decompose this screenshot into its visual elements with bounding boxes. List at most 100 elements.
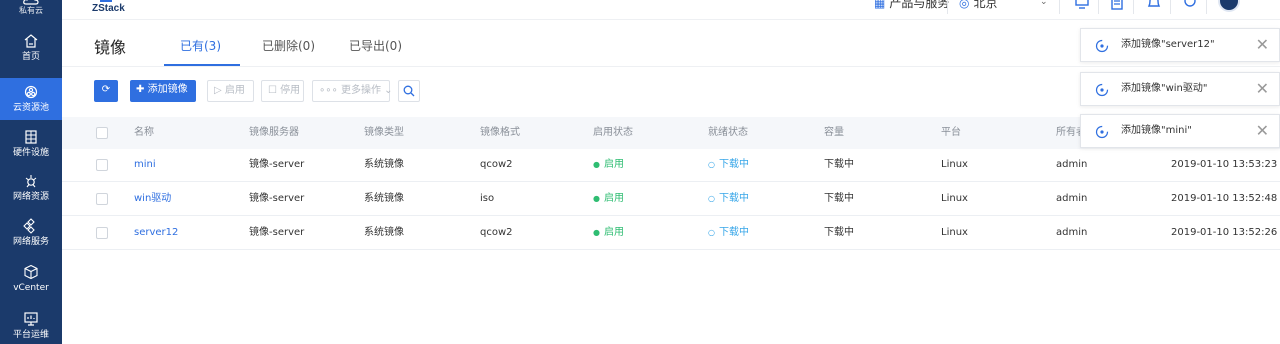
products-services-menu[interactable]: ▦ 产品与服务 bbox=[874, 0, 949, 11]
region-label: 北京 bbox=[973, 0, 998, 10]
add-image-label: 添加镜像 bbox=[147, 84, 188, 95]
row-checkbox[interactable] bbox=[96, 227, 108, 239]
column-header-image-server[interactable]: 镜像服务器 bbox=[249, 117, 299, 149]
refresh-button[interactable]: ⟳ bbox=[94, 80, 118, 102]
image-name-link[interactable]: mini bbox=[134, 149, 156, 181]
platform-cell: Linux bbox=[941, 227, 968, 238]
enable-status-text: 启用 bbox=[603, 159, 624, 170]
sidebar-item-label: 硬件设施 bbox=[12, 148, 49, 158]
more-actions-label: 更多操作 bbox=[340, 85, 381, 96]
chevron-down-icon[interactable]: ⌄ bbox=[1040, 0, 1048, 7]
bell-icon[interactable] bbox=[1146, 0, 1162, 10]
platform-ops-icon bbox=[24, 312, 38, 326]
sidebar-item-home[interactable]: 首页 bbox=[0, 27, 62, 69]
topbar-divider bbox=[1133, 0, 1134, 14]
row-checkbox[interactable] bbox=[96, 159, 108, 171]
grid-icon: ▦ bbox=[874, 0, 886, 10]
table-row[interactable]: mini 镜像-server 系统镜像 qcow2 ● 启用 ○ 下载中 下载中 L… bbox=[62, 149, 1280, 182]
image-type-cell: 系统镜像 bbox=[364, 193, 404, 204]
page-title: 镜像 bbox=[94, 38, 127, 57]
sidebar-item-hardware[interactable]: 硬件设施 bbox=[0, 123, 62, 165]
enable-label: 启用 bbox=[224, 85, 245, 96]
more-actions-button[interactable]: ∘∘∘ 更多操作 ⌄ bbox=[312, 80, 393, 102]
enable-status-text: 启用 bbox=[603, 193, 624, 204]
sidebar-item-label: vCenter bbox=[13, 283, 49, 293]
image-format-cell: iso bbox=[480, 193, 495, 204]
sidebar-item-network-service[interactable]: 网络服务 bbox=[0, 212, 62, 254]
sidebar-item-label: 网络服务 bbox=[12, 237, 49, 247]
disable-button[interactable]: ☐ 停用 bbox=[261, 80, 304, 102]
plus-icon: ✚ bbox=[136, 84, 145, 95]
notification-toast: 添加镜像"mini" ✕ bbox=[1080, 114, 1280, 148]
column-header-name[interactable]: 名称 bbox=[134, 117, 154, 149]
row-checkbox[interactable] bbox=[96, 193, 108, 205]
sidebar-item-network-resource[interactable]: 网络资源 bbox=[0, 167, 62, 209]
close-icon[interactable]: ✕ bbox=[1256, 80, 1269, 98]
column-header-image-format[interactable]: 镜像格式 bbox=[480, 117, 520, 149]
table-row[interactable]: server12 镜像-server 系统镜像 qcow2 ● 启用 ○ 下载中 下… bbox=[62, 217, 1280, 250]
close-icon[interactable]: ✕ bbox=[1256, 36, 1269, 54]
add-image-button[interactable]: ✚ 添加镜像 bbox=[130, 80, 196, 102]
ready-status-cell: ○ 下载中 bbox=[708, 183, 749, 215]
ready-status-cell: ○ 下载中 bbox=[708, 217, 749, 249]
image-name-link[interactable]: server12 bbox=[134, 217, 178, 249]
region-selector[interactable]: ◎ 北京 bbox=[959, 0, 998, 11]
image-type-cell: 系统镜像 bbox=[364, 227, 404, 238]
image-server-cell: 镜像-server bbox=[249, 193, 305, 204]
clock-icon[interactable] bbox=[1182, 0, 1198, 10]
column-header-capacity[interactable]: 容量 bbox=[824, 117, 844, 149]
vcenter-icon bbox=[24, 264, 38, 280]
topbar-divider bbox=[1059, 0, 1060, 14]
column-header-enable-status[interactable]: 启用状态 bbox=[593, 117, 633, 149]
disable-label: 停用 bbox=[280, 85, 301, 96]
avatar[interactable] bbox=[1218, 0, 1240, 12]
tab-existing[interactable]: 已有(3) bbox=[180, 37, 221, 54]
tab-deleted[interactable]: 已删除(0) bbox=[262, 37, 315, 54]
refresh-icon: ⟳ bbox=[101, 84, 111, 95]
chevron-down-icon: ⌄ bbox=[384, 85, 393, 96]
monitor-icon[interactable] bbox=[1074, 0, 1090, 10]
sidebar-item-cloud-resource[interactable]: 云资源池 bbox=[0, 78, 62, 120]
image-server-cell: 镜像-server bbox=[249, 227, 305, 238]
status-ring-icon: ○ bbox=[708, 228, 715, 237]
hardware-icon bbox=[25, 130, 37, 144]
create-date-cell: 2019-01-10 13:52:26 bbox=[1171, 227, 1278, 238]
platform-cell: Linux bbox=[941, 159, 968, 170]
search-button[interactable] bbox=[398, 80, 420, 102]
location-icon: ◎ bbox=[959, 0, 970, 10]
enable-status-cell: ● 启用 bbox=[593, 149, 624, 181]
image-name-link[interactable]: win驱动 bbox=[134, 183, 171, 215]
ready-status-text: 下载中 bbox=[718, 159, 749, 170]
column-header-image-type[interactable]: 镜像类型 bbox=[364, 117, 404, 149]
capacity-cell: 下载中 bbox=[824, 227, 854, 238]
topbar-divider bbox=[1170, 0, 1171, 14]
capacity-cell: 下载中 bbox=[824, 159, 854, 170]
image-format-cell: qcow2 bbox=[480, 227, 513, 238]
clipboard-icon[interactable] bbox=[1109, 0, 1125, 10]
notification-toast: 添加镜像"server12" ✕ bbox=[1080, 28, 1280, 62]
select-all-checkbox[interactable] bbox=[96, 127, 108, 139]
table-row[interactable]: win驱动 镜像-server 系统镜像 iso ● 启用 ○ 下载中 下载中 Li… bbox=[62, 183, 1280, 216]
sidebar-item-label: 网络资源 bbox=[12, 192, 49, 202]
image-type-cell: 系统镜像 bbox=[364, 159, 404, 170]
status-ring-icon: ○ bbox=[708, 194, 715, 203]
sidebar: 私有云 首页 云资源池 硬件设施 网络资源 网络服务 vCenter 平台运维 bbox=[0, 0, 62, 344]
sidebar-item-label: 云资源池 bbox=[12, 103, 49, 113]
logo-text: ZStack bbox=[92, 3, 125, 14]
sidebar-item-label: 平台运维 bbox=[12, 330, 49, 340]
sidebar-item-vcenter[interactable]: vCenter bbox=[0, 258, 62, 300]
ready-status-cell: ○ 下载中 bbox=[708, 149, 749, 181]
loading-icon bbox=[1095, 125, 1109, 139]
loading-icon bbox=[1095, 39, 1109, 53]
status-ring-icon: ○ bbox=[708, 160, 715, 169]
sidebar-item-platform-ops[interactable]: 平台运维 bbox=[0, 305, 62, 344]
cloud-resource-icon bbox=[24, 85, 38, 99]
close-icon[interactable]: ✕ bbox=[1256, 122, 1269, 140]
status-dot-icon: ● bbox=[593, 228, 600, 237]
tab-exported[interactable]: 已导出(0) bbox=[349, 37, 402, 54]
column-header-platform[interactable]: 平台 bbox=[941, 117, 961, 149]
enable-button[interactable]: ▷ 启用 bbox=[207, 80, 254, 102]
column-header-ready-status[interactable]: 就绪状态 bbox=[708, 117, 748, 149]
sidebar-private-cloud[interactable]: 私有云 bbox=[0, 0, 62, 20]
status-dot-icon: ● bbox=[593, 194, 600, 203]
